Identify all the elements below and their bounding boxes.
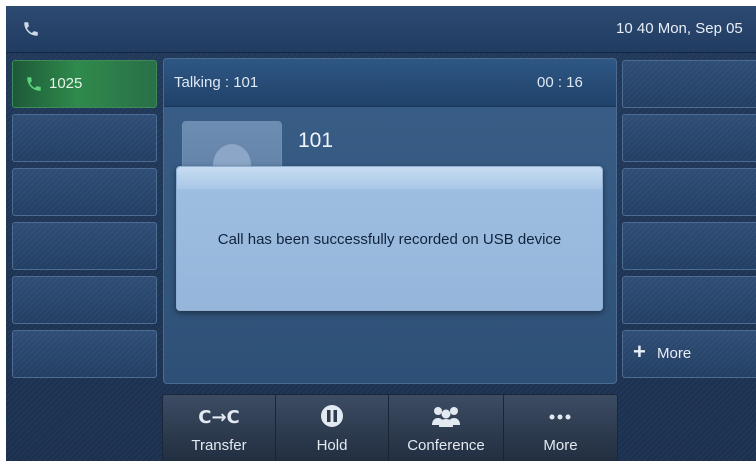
pause-icon <box>321 405 343 427</box>
line-key-5[interactable] <box>12 276 157 324</box>
phone-screen: 10 40 Mon, Sep 05 1025 Talking : 101 00 … <box>6 6 756 461</box>
hold-softkey[interactable]: Hold <box>276 395 389 461</box>
more-key[interactable]: + More <box>622 330 756 378</box>
right-key-1[interactable] <box>622 60 756 108</box>
conference-softkey[interactable]: Conference <box>389 395 504 461</box>
transfer-softkey[interactable]: C→C Transfer <box>163 395 276 461</box>
right-key-5[interactable] <box>622 276 756 324</box>
softkey-bar: C→C Transfer Hold Conference More <box>162 394 618 461</box>
line-key-2[interactable] <box>12 114 157 162</box>
popup-gloss <box>177 167 602 189</box>
more-softkey[interactable]: More <box>504 395 617 461</box>
more-key-label: More <box>657 345 692 362</box>
right-key-2[interactable] <box>622 114 756 162</box>
line-key-6[interactable] <box>12 330 157 378</box>
line-key-1025[interactable]: 1025 <box>12 60 157 108</box>
more-dots-icon <box>549 414 571 420</box>
conference-label: Conference <box>407 437 485 454</box>
call-timer: 00 : 16 <box>537 74 583 91</box>
right-key-3[interactable] <box>622 168 756 216</box>
phone-icon <box>24 22 38 36</box>
transfer-icon: C→C <box>198 407 240 428</box>
transfer-label: Transfer <box>191 437 247 454</box>
call-status: Talking : 101 <box>174 74 259 91</box>
phone-icon <box>27 77 41 91</box>
call-header: Talking : 101 00 : 16 <box>164 59 616 107</box>
date-time: 10 40 Mon, Sep 05 <box>616 20 743 37</box>
popup-message: Call has been successfully recorded on U… <box>217 231 562 248</box>
conference-icon <box>432 407 460 427</box>
line-key-4[interactable] <box>12 222 157 270</box>
right-key-4[interactable] <box>622 222 756 270</box>
notification-popup: Call has been successfully recorded on U… <box>176 166 603 311</box>
line-key-label: 1025 <box>49 75 83 92</box>
more-label: More <box>543 437 578 454</box>
status-bar: 10 40 Mon, Sep 05 <box>6 6 756 53</box>
plus-icon: + <box>633 339 646 364</box>
hold-label: Hold <box>316 437 348 454</box>
contact-number: 101 <box>298 129 334 152</box>
svg-text:C→C: C→C <box>198 407 240 428</box>
line-key-3[interactable] <box>12 168 157 216</box>
